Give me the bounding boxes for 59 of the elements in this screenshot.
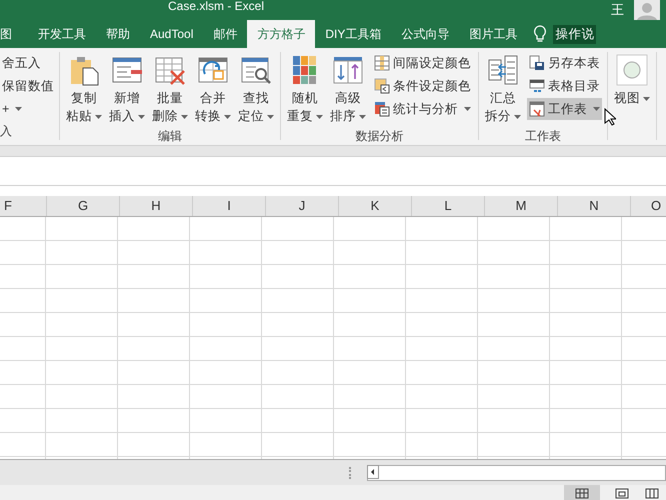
table-link-icon xyxy=(529,78,545,94)
ribbon-tab[interactable]: 图片工具 xyxy=(459,20,528,48)
column-header[interactable]: F xyxy=(0,196,46,216)
column-header[interactable]: K xyxy=(338,196,411,216)
column-header[interactable]: O xyxy=(630,196,666,216)
mouse-pointer-icon xyxy=(604,108,616,126)
column-header[interactable]: M xyxy=(484,196,557,216)
table-stats-icon xyxy=(374,101,390,117)
group-label: 编辑 xyxy=(158,128,182,145)
ribbon-button[interactable]: 另存本表 xyxy=(527,52,602,74)
ribbon-tab[interactable]: DIY工具箱 xyxy=(315,20,392,48)
column-header[interactable]: J xyxy=(265,196,338,216)
ribbon-tab[interactable]: 方方格子 xyxy=(247,20,316,48)
ribbon-button[interactable]: 条件设定颜色 xyxy=(372,75,473,97)
column-header[interactable]: L xyxy=(411,196,484,216)
group-label: 数据分析 xyxy=(356,128,404,145)
ribbon-tab[interactable]: AudTool xyxy=(140,20,204,48)
user-name: 王 xyxy=(611,1,624,19)
sort-icon xyxy=(332,54,364,86)
window-title: Case.xlsm - Excel xyxy=(168,0,264,12)
conditional-format-icon xyxy=(374,78,390,94)
ribbon-button[interactable]: 统计与分析 xyxy=(372,98,473,120)
ribbon-button[interactable]: 随机重复 xyxy=(284,52,326,127)
grid-icon xyxy=(374,55,390,71)
column-header[interactable]: I xyxy=(192,196,265,216)
column-header[interactable]: N xyxy=(557,196,630,216)
column-header[interactable]: H xyxy=(119,196,192,216)
group-label: 工作表 xyxy=(525,128,561,145)
ribbon-button[interactable]: 表格目录 xyxy=(527,75,602,97)
ribbon-button[interactable]: 视图 xyxy=(611,52,653,140)
ribbon-button[interactable]: 新增插入 xyxy=(106,52,148,127)
cell-grid[interactable] xyxy=(0,217,666,459)
split-sheets-icon xyxy=(487,54,519,86)
ribbon-button[interactable]: 高级排序 xyxy=(327,52,369,127)
ribbon-tab[interactable]: 图 xyxy=(0,20,28,48)
ribbon-tab[interactable]: 邮件 xyxy=(203,20,248,48)
ribbon-button[interactable]: 间隔设定颜色 xyxy=(372,52,473,74)
lightbulb-icon[interactable] xyxy=(533,25,548,43)
normal-view-icon[interactable] xyxy=(564,485,600,500)
column-header[interactable]: G xyxy=(46,196,119,216)
ribbon-tab[interactable]: 公式向导 xyxy=(391,20,460,48)
ribbon-tab[interactable]: 帮助 xyxy=(96,20,140,48)
splitter-handle-icon[interactable] xyxy=(349,466,353,478)
worksheet-icon xyxy=(529,101,545,117)
ribbon-button[interactable]: 批量删除 xyxy=(149,52,191,127)
horizontal-scrollbar[interactable] xyxy=(367,464,666,480)
ribbon-button[interactable]: 保留数值 xyxy=(2,75,56,97)
clipboard-icon xyxy=(68,54,100,86)
ribbon-button[interactable]: 复制粘贴 xyxy=(63,52,105,127)
scroll-left-icon[interactable] xyxy=(367,464,379,478)
ribbon-button[interactable]: 汇总拆分 xyxy=(482,52,524,127)
ribbon-button[interactable]: 舍五入 xyxy=(2,52,56,74)
tell-me-field[interactable]: 操作说 xyxy=(553,24,596,44)
group-label: 入 xyxy=(0,123,12,140)
ribbon-tab[interactable]: 开发工具 xyxy=(28,20,96,48)
ribbon-button[interactable]: 合并转换 xyxy=(192,52,234,127)
save-sheet-icon xyxy=(529,55,545,71)
ribbon-button[interactable]: 查找定位 xyxy=(235,52,277,127)
ribbon-button[interactable]: + xyxy=(2,98,56,120)
